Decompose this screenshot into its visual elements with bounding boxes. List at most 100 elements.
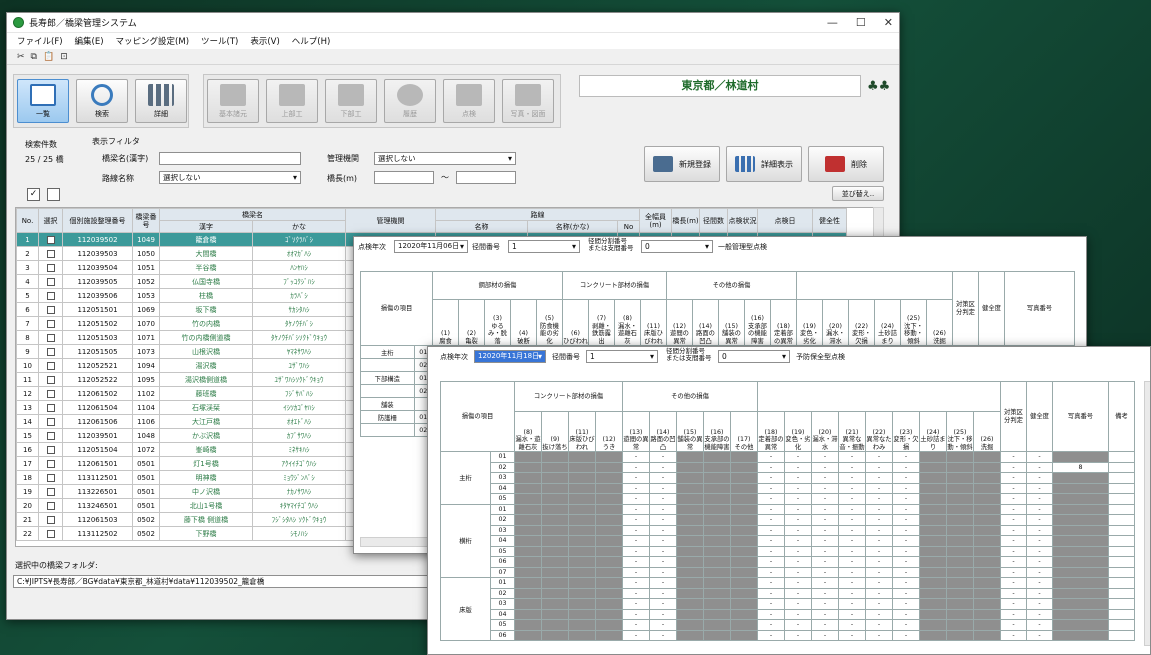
damage-cell[interactable]: - — [757, 545, 785, 557]
damage-cell[interactable]: - — [757, 608, 785, 620]
damage-cell[interactable] — [730, 461, 758, 473]
photo-cell[interactable] — [1052, 598, 1109, 610]
year-select[interactable]: 12020年11月06日 — [394, 240, 468, 253]
damage-cell[interactable] — [541, 461, 569, 473]
damage-cell[interactable] — [946, 493, 974, 505]
row-checkbox[interactable] — [46, 431, 55, 440]
result-cell[interactable]: - — [1000, 482, 1027, 494]
damage-cell[interactable] — [973, 608, 1001, 620]
damage-cell[interactable]: - — [784, 482, 812, 494]
remarks-cell[interactable] — [1108, 587, 1135, 599]
damage-cell[interactable]: - — [865, 629, 893, 641]
damage-cell[interactable]: - — [784, 598, 812, 610]
row-checkbox[interactable] — [46, 305, 55, 314]
damage-cell[interactable] — [919, 451, 947, 463]
damage-cell[interactable]: - — [838, 472, 866, 484]
damage-cell[interactable] — [973, 503, 1001, 515]
list-button[interactable]: 一覧 — [17, 79, 69, 123]
remarks-cell[interactable] — [1108, 545, 1135, 557]
damage-cell[interactable] — [676, 587, 704, 599]
damage-cell[interactable] — [595, 524, 623, 536]
damage-cell[interactable] — [514, 472, 542, 484]
damage-cell[interactable]: - — [838, 566, 866, 578]
damage-cell[interactable] — [703, 566, 731, 578]
damage-cell[interactable]: - — [865, 566, 893, 578]
row-checkbox[interactable] — [46, 515, 55, 524]
damage-cell[interactable] — [973, 451, 1001, 463]
result-cell[interactable]: - — [1026, 629, 1053, 641]
row-checkbox[interactable] — [46, 529, 55, 538]
damage-cell[interactable] — [973, 493, 1001, 505]
substructure-button[interactable]: 下部工 — [325, 79, 377, 123]
row-select[interactable] — [38, 358, 63, 373]
damage-cell[interactable]: - — [838, 451, 866, 463]
damage-cell[interactable] — [676, 556, 704, 568]
damage-cell[interactable] — [730, 566, 758, 578]
damage-cell[interactable] — [919, 587, 947, 599]
damage-cell[interactable] — [568, 577, 596, 589]
damage-cell[interactable] — [973, 577, 1001, 589]
damage-cell[interactable] — [946, 577, 974, 589]
damage-cell[interactable]: - — [892, 524, 920, 536]
damage-cell[interactable]: - — [622, 577, 650, 589]
row-select[interactable] — [38, 316, 63, 331]
remarks-cell[interactable] — [1108, 577, 1135, 589]
result-cell[interactable]: - — [1026, 482, 1053, 494]
damage-cell[interactable] — [514, 587, 542, 599]
damage-cell[interactable]: - — [649, 587, 677, 599]
row-select[interactable] — [38, 498, 63, 513]
damage-cell[interactable] — [919, 629, 947, 641]
photo-cell[interactable] — [1052, 587, 1109, 599]
damage-cell[interactable]: - — [865, 545, 893, 557]
row-select[interactable] — [38, 526, 63, 541]
damage-cell[interactable]: - — [892, 482, 920, 494]
damage-cell[interactable] — [676, 629, 704, 641]
damage-cell[interactable] — [973, 472, 1001, 484]
paste-icon[interactable]: 📋 — [43, 52, 54, 62]
view-icon[interactable]: ⊡ — [60, 52, 68, 62]
row-checkbox[interactable] — [46, 249, 55, 258]
damage-cell[interactable]: - — [865, 451, 893, 463]
damage-cell[interactable]: - — [865, 461, 893, 473]
damage-cell[interactable] — [973, 514, 1001, 526]
result-cell[interactable]: - — [1000, 608, 1027, 620]
damage-cell[interactable]: - — [649, 482, 677, 494]
damage-cell[interactable]: - — [838, 629, 866, 641]
damage-cell[interactable] — [541, 556, 569, 568]
photo-cell[interactable] — [1052, 577, 1109, 589]
damage-cell[interactable]: - — [757, 587, 785, 599]
photo-cell[interactable] — [1052, 619, 1109, 631]
damage-cell[interactable]: - — [757, 482, 785, 494]
damage-cell[interactable]: - — [649, 629, 677, 641]
result-cell[interactable]: - — [1000, 503, 1027, 515]
result-cell[interactable]: - — [1026, 545, 1053, 557]
damage-cell[interactable]: - — [649, 535, 677, 547]
result-cell[interactable]: - — [1000, 619, 1027, 631]
damage-cell[interactable] — [946, 556, 974, 568]
damage-cell[interactable] — [703, 482, 731, 494]
photo-cell[interactable] — [1052, 482, 1109, 494]
damage-cell[interactable]: - — [649, 451, 677, 463]
damage-cell[interactable] — [946, 608, 974, 620]
damage-cell[interactable] — [919, 493, 947, 505]
copy-icon[interactable]: ⧉ — [31, 52, 37, 62]
damage-cell[interactable]: - — [784, 461, 812, 473]
row-select[interactable] — [38, 428, 63, 443]
damage-cell[interactable] — [919, 503, 947, 515]
damage-cell[interactable] — [541, 629, 569, 641]
damage-cell[interactable]: - — [865, 556, 893, 568]
damage-cell[interactable]: - — [784, 566, 812, 578]
damage-cell[interactable]: - — [757, 619, 785, 631]
photo-cell[interactable] — [1052, 514, 1109, 526]
damage-cell[interactable]: - — [649, 608, 677, 620]
damage-cell[interactable] — [919, 535, 947, 547]
photo-cell[interactable] — [1052, 535, 1109, 547]
damage-cell[interactable]: - — [649, 619, 677, 631]
damage-cell[interactable]: - — [757, 514, 785, 526]
damage-cell[interactable] — [541, 566, 569, 578]
damage-cell[interactable] — [514, 535, 542, 547]
span-no-select[interactable]: 1 — [586, 350, 658, 363]
damage-cell[interactable] — [595, 556, 623, 568]
remarks-cell[interactable] — [1108, 514, 1135, 526]
damage-cell[interactable] — [595, 451, 623, 463]
